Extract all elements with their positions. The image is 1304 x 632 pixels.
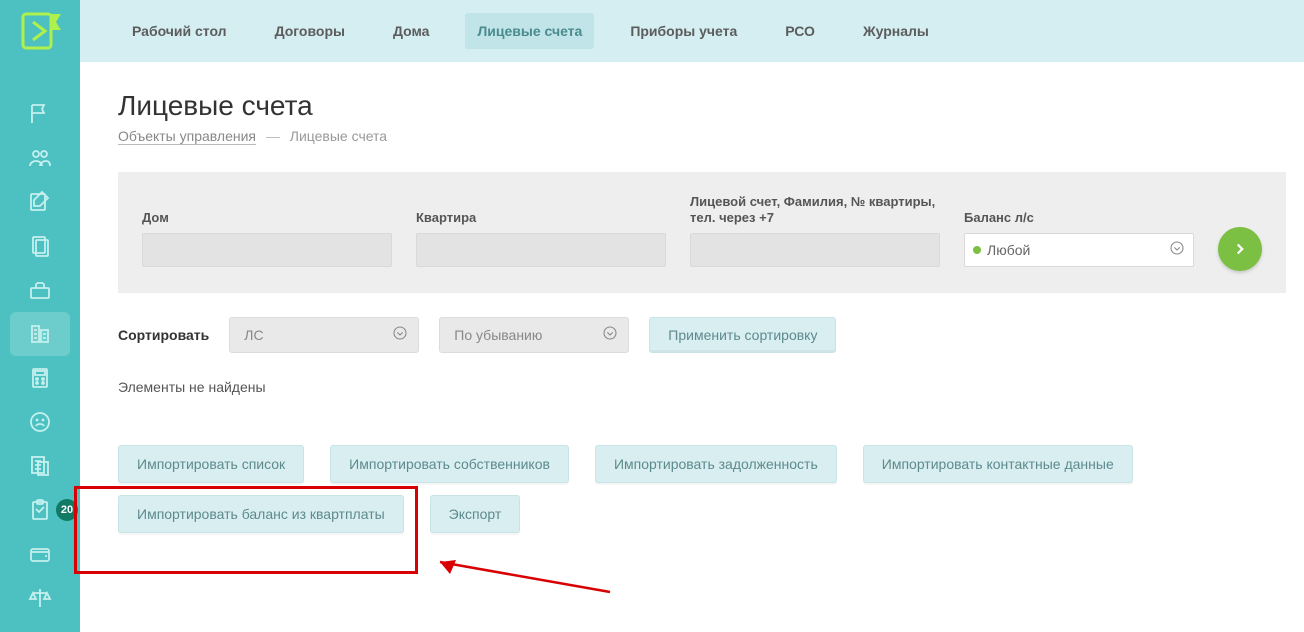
sidebar-item-face[interactable] [0, 400, 80, 444]
sidebar-item-wallet[interactable] [0, 532, 80, 576]
filter-balance-value: Любой [987, 242, 1030, 258]
sidebar-item-users[interactable] [0, 136, 80, 180]
chevron-right-icon [1231, 240, 1249, 258]
users-icon [28, 146, 52, 170]
sort-label: Сортировать [118, 327, 209, 343]
topnav-accounts[interactable]: Лицевые счета [465, 13, 594, 49]
face-sad-icon [28, 410, 52, 434]
breadcrumb-link[interactable]: Объекты управления [118, 128, 256, 145]
topnav-houses[interactable]: Дома [381, 13, 441, 49]
actions-row: Импортировать список Импортировать собст… [118, 445, 1286, 483]
sidebar-item-buildings[interactable] [10, 312, 70, 356]
empty-results-message: Элементы не найдены [118, 379, 1286, 395]
topnav-journals[interactable]: Журналы [851, 13, 941, 49]
toolbox-icon [28, 278, 52, 302]
documents-icon [28, 234, 52, 258]
import-contacts-button[interactable]: Импортировать контактные данные [863, 445, 1133, 483]
sort-order-value: По убыванию [454, 327, 542, 343]
edit-icon [28, 190, 52, 214]
logo-icon [17, 8, 63, 54]
filter-house-input[interactable] [142, 233, 392, 267]
topnav-contracts[interactable]: Договоры [263, 13, 357, 49]
filter-search-label: Лицевой счет, Фамилия, № квартиры, тел. … [690, 194, 940, 227]
sidebar-item-clipboard[interactable]: 20 [0, 488, 80, 532]
calculator-icon [28, 366, 52, 390]
top-navigation: Рабочий стол Договоры Дома Лицевые счета… [80, 0, 1304, 62]
sort-field-select[interactable]: ЛС [229, 317, 419, 353]
scales-icon [28, 586, 52, 610]
actions-row-2: Импортировать баланс из квартплаты Экспо… [118, 495, 1286, 533]
chevron-down-icon [392, 325, 408, 344]
topnav-rso[interactable]: РСО [773, 13, 827, 49]
filter-panel: Дом Квартира Лицевой счет, Фамилия, № кв… [118, 172, 1286, 293]
clipboard-icon [28, 498, 52, 522]
sidebar-badge: 20 [56, 499, 78, 521]
breadcrumb: Объекты управления — Лицевые счета [118, 128, 1286, 144]
sort-row: Сортировать ЛС По убыванию Применить сор… [118, 317, 1286, 353]
filter-house-label: Дом [142, 210, 392, 226]
sort-order-select[interactable]: По убыванию [439, 317, 629, 353]
sidebar-item-scales[interactable] [0, 576, 80, 620]
sidebar-item-calculator[interactable] [0, 356, 80, 400]
import-debt-button[interactable]: Импортировать задолженность [595, 445, 837, 483]
export-button[interactable]: Экспорт [430, 495, 521, 533]
annotation-arrow-icon [420, 552, 620, 602]
status-dot-icon [973, 246, 981, 254]
filter-balance-label: Баланс л/с [964, 210, 1194, 226]
app-logo[interactable] [0, 0, 80, 62]
building-icon [28, 322, 52, 346]
filter-apartment-input[interactable] [416, 233, 666, 267]
topnav-desktop[interactable]: Рабочий стол [120, 13, 239, 49]
filter-search-input[interactable] [690, 233, 940, 267]
sidebar-item-receipts[interactable] [0, 444, 80, 488]
breadcrumb-current: Лицевые счета [290, 128, 387, 144]
sidebar-item-documents[interactable] [0, 224, 80, 268]
flag-icon [28, 102, 52, 126]
sidebar-item-toolbox[interactable] [0, 268, 80, 312]
filter-apartment-label: Квартира [416, 210, 666, 226]
apply-sort-button[interactable]: Применить сортировку [649, 317, 836, 353]
chevron-down-icon [1169, 240, 1185, 259]
import-balance-button[interactable]: Импортировать баланс из квартплаты [118, 495, 404, 533]
page-title: Лицевые счета [118, 90, 1286, 122]
sidebar-item-edit[interactable] [0, 180, 80, 224]
sort-field-value: ЛС [244, 327, 263, 343]
left-sidebar: 20 [0, 0, 80, 632]
import-list-button[interactable]: Импортировать список [118, 445, 304, 483]
receipt-icon [28, 454, 52, 478]
filter-balance-select[interactable]: Любой [964, 233, 1194, 267]
chevron-down-icon [602, 325, 618, 344]
wallet-icon [28, 542, 52, 566]
filter-submit-button[interactable] [1218, 227, 1262, 271]
sidebar-item-flag[interactable] [0, 92, 80, 136]
import-owners-button[interactable]: Импортировать собственников [330, 445, 569, 483]
topnav-meters[interactable]: Приборы учета [618, 13, 749, 49]
breadcrumb-separator: — [266, 128, 280, 144]
